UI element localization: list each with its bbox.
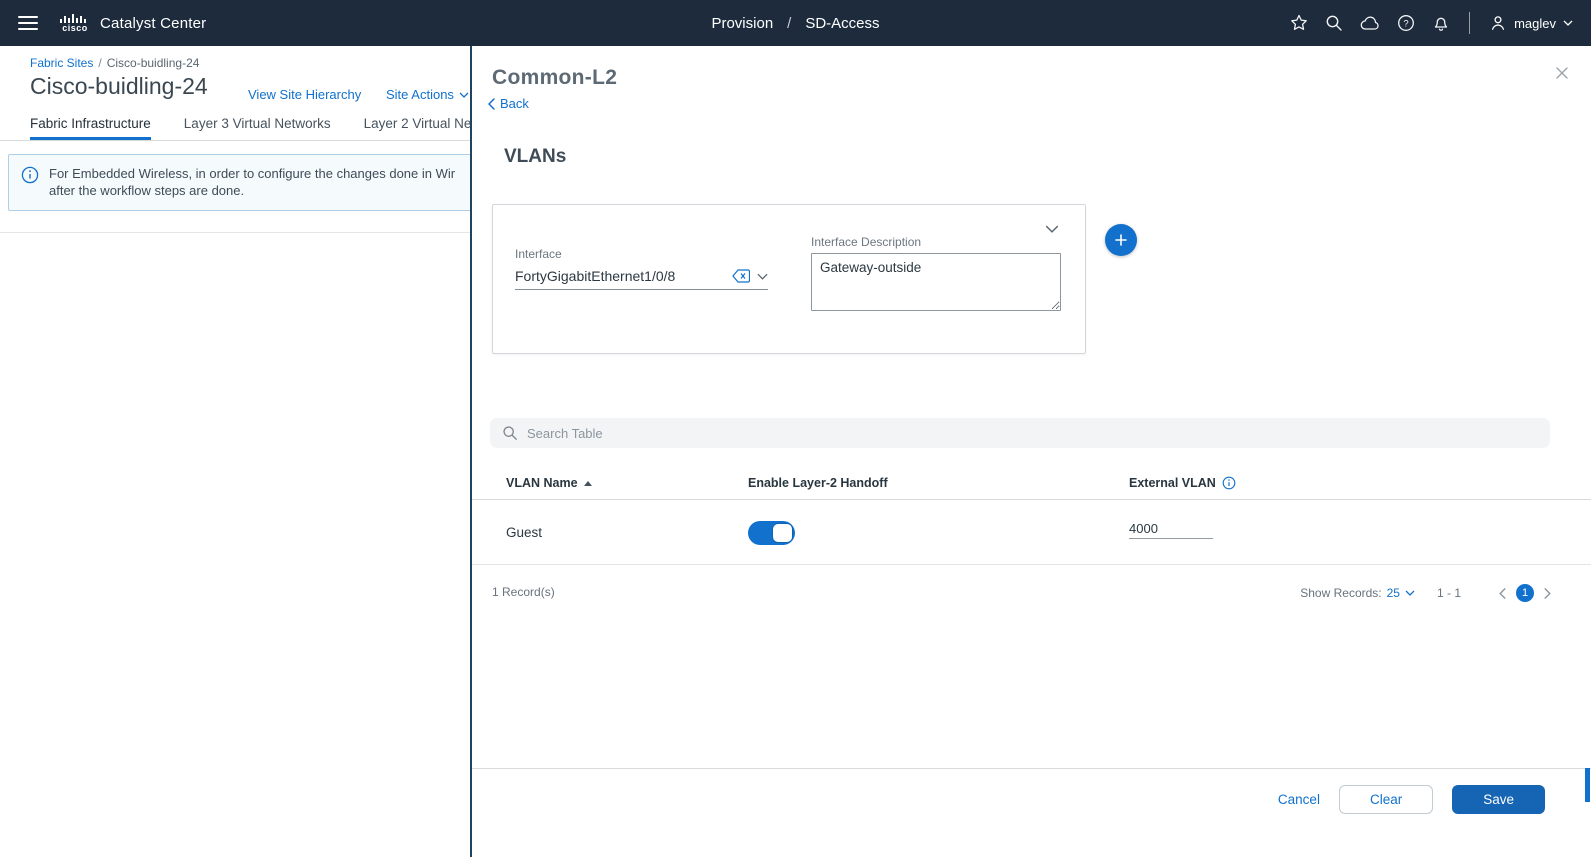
chevron-down-icon: [1563, 20, 1573, 26]
cisco-wordmark: cisco: [62, 23, 88, 33]
common-l2-panel: Common-L2 Back VLANs Interface Interface…: [470, 46, 1591, 857]
help-icon[interactable]: ?: [1397, 14, 1415, 32]
breadcrumb-separator: /: [98, 56, 102, 70]
clear-button[interactable]: Clear: [1338, 784, 1434, 814]
panel-title: Common-L2: [492, 66, 618, 89]
collapse-chevron-icon[interactable]: [1045, 225, 1059, 233]
user-menu[interactable]: maglev: [1489, 14, 1573, 32]
external-vlan-input[interactable]: [1129, 519, 1213, 539]
tab-layer3-virtual-networks[interactable]: Layer 3 Virtual Networks: [184, 110, 331, 140]
records-count: 1 Record(s): [492, 585, 555, 599]
show-records-value: 25: [1386, 586, 1400, 600]
column-enable-layer2-handoff: Enable Layer-2 Handoff: [748, 476, 888, 490]
tab-fabric-infrastructure[interactable]: Fabric Infrastructure: [30, 110, 151, 140]
page-prev-icon[interactable]: [1499, 587, 1506, 599]
table-row: Guest: [472, 500, 1591, 565]
interface-form-card: Interface Interface Description Gateway-…: [492, 204, 1086, 354]
table-search: [490, 418, 1550, 448]
banner-line1: For Embedded Wireless, in order to confi…: [49, 166, 456, 181]
back-button[interactable]: Back: [488, 96, 529, 111]
site-actions-label: Site Actions: [386, 87, 454, 102]
topbar-divider: [1469, 12, 1471, 34]
search-icon[interactable]: [1325, 14, 1343, 32]
cisco-logo: cisco: [60, 14, 90, 33]
info-icon: [21, 166, 39, 184]
table-footer: 1 Record(s) Show Records: 25 1 - 1 1: [472, 580, 1591, 606]
cloud-icon[interactable]: [1360, 16, 1380, 31]
username: maglev: [1514, 15, 1556, 31]
info-icon[interactable]: [1222, 476, 1236, 490]
breadcrumb-current: Cisco-buidling-24: [106, 56, 200, 70]
nav-sd-access[interactable]: SD-Access: [805, 15, 879, 32]
chevron-down-icon: [459, 92, 469, 98]
breadcrumb-fabric-sites[interactable]: Fabric Sites: [30, 56, 93, 70]
banner-text: For Embedded Wireless, in order to confi…: [49, 165, 455, 199]
vlan-name-header-label: VLAN Name: [506, 476, 578, 490]
action-bar: Cancel Clear Save: [1278, 784, 1545, 814]
cancel-button[interactable]: Cancel: [1278, 792, 1320, 807]
menu-icon[interactable]: [18, 16, 38, 30]
close-icon[interactable]: [1555, 66, 1569, 80]
back-label: Back: [500, 96, 529, 111]
search-table-input[interactable]: [527, 425, 1538, 441]
svg-text:?: ?: [1403, 18, 1408, 29]
external-vlan-header-label: External VLAN: [1129, 476, 1216, 490]
interface-description-textarea[interactable]: Gateway-outside: [811, 253, 1061, 311]
topbar: cisco Catalyst Center Provision / SD-Acc…: [0, 0, 1591, 46]
topbar-actions: ? maglev: [1290, 12, 1573, 34]
page-tabs: Fabric Infrastructure Layer 3 Virtual Ne…: [0, 110, 470, 141]
search-icon: [503, 426, 517, 440]
tab-layer2-virtual-networks[interactable]: Layer 2 Virtual Ne: [364, 110, 470, 140]
notifications-bell-icon[interactable]: [1432, 14, 1450, 32]
sort-asc-icon[interactable]: [583, 480, 592, 486]
interface-select[interactable]: [515, 263, 768, 290]
footer-divider: [472, 768, 1591, 769]
vlan-name-cell: Guest: [506, 525, 543, 540]
scrollbar-thumb[interactable]: [1585, 768, 1590, 802]
section-divider: [0, 232, 470, 233]
info-banner: For Embedded Wireless, in order to confi…: [8, 154, 470, 211]
page-title: Cisco-buidling-24: [30, 73, 208, 99]
user-icon: [1492, 16, 1505, 30]
section-heading-vlans: VLANs: [504, 146, 567, 167]
clear-input-icon[interactable]: [732, 269, 750, 283]
plus-icon: [1115, 234, 1127, 246]
column-external-vlan: External VLAN: [1129, 476, 1236, 490]
column-vlan-name[interactable]: VLAN Name: [506, 476, 592, 490]
view-site-hierarchy-link[interactable]: View Site Hierarchy: [248, 87, 361, 102]
app-title: Catalyst Center: [100, 14, 207, 32]
top-breadcrumb: Provision / SD-Access: [711, 15, 879, 32]
save-button[interactable]: Save: [1452, 784, 1545, 814]
breadcrumb: Fabric Sites / Cisco-buidling-24: [30, 56, 199, 70]
interface-input[interactable]: [515, 268, 725, 284]
show-records-label: Show Records:: [1300, 586, 1382, 600]
page-next-icon[interactable]: [1544, 587, 1551, 599]
add-button[interactable]: [1105, 224, 1137, 256]
chevron-down-icon[interactable]: [757, 273, 768, 280]
pager: 1: [1499, 584, 1551, 602]
fabric-site-page: Fabric Sites / Cisco-buidling-24 Cisco-bui…: [0, 46, 470, 857]
nav-provision[interactable]: Provision: [711, 15, 773, 32]
pagination-controls: Show Records: 25 1 - 1 1: [1300, 580, 1551, 606]
site-actions-link[interactable]: Site Actions: [386, 87, 469, 102]
chevron-left-icon: [488, 97, 495, 110]
nav-separator: /: [787, 14, 792, 32]
toggle-knob: [773, 524, 792, 542]
layer2-handoff-toggle[interactable]: [748, 521, 795, 545]
star-icon[interactable]: [1290, 14, 1308, 32]
banner-line2: after the workflow steps are done.: [49, 183, 245, 198]
interface-label: Interface: [515, 247, 562, 261]
page-number[interactable]: 1: [1516, 584, 1534, 602]
handoff-header-label: Enable Layer-2 Handoff: [748, 476, 888, 490]
table-header: VLAN Name Enable Layer-2 Handoff Externa…: [472, 470, 1591, 500]
chevron-down-icon: [1405, 590, 1415, 596]
interface-description-label: Interface Description: [811, 235, 922, 249]
records-range: 1 - 1: [1436, 586, 1461, 600]
show-records-select[interactable]: 25: [1387, 586, 1415, 600]
